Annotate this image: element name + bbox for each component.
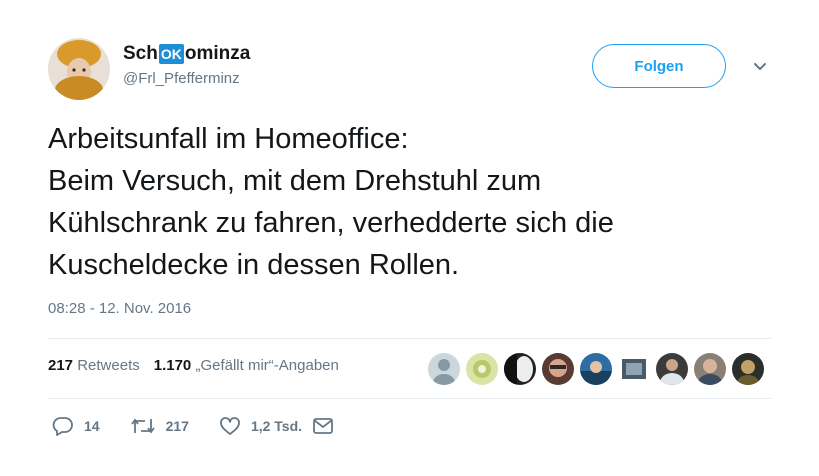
- liker-avatar[interactable]: [580, 353, 612, 385]
- liker-avatar[interactable]: [466, 353, 498, 385]
- retweets-stat[interactable]: 217 Retweets: [48, 357, 140, 374]
- follow-button[interactable]: Folgen: [592, 44, 726, 88]
- likes-label: „Gefällt mir“-Angaben: [195, 357, 339, 374]
- like-count: 1,2 Tsd.: [250, 418, 303, 434]
- likes-stat[interactable]: 1.170 „Gefällt mir“-Angaben: [154, 357, 339, 374]
- reply-button[interactable]: 14: [52, 416, 100, 436]
- liker-avatar[interactable]: [504, 353, 536, 385]
- author-avatar[interactable]: [48, 38, 110, 100]
- author-info[interactable]: Sch OK ominza @Frl_Pfefferminz: [123, 41, 250, 87]
- divider: [48, 338, 772, 339]
- retweet-icon: [130, 416, 156, 436]
- liker-avatars: [428, 353, 764, 385]
- direct-message-button[interactable]: [312, 417, 334, 435]
- action-bar: 14 217 1,2 Tsd.: [52, 416, 364, 436]
- tweet-text-line: Kühlschrank zu fahren, verhedderte sich …: [48, 207, 614, 239]
- tweet-stats: 217 Retweets 1.170 „Gefällt mir“-Angaben: [48, 357, 339, 374]
- reply-count: 14: [84, 418, 100, 434]
- display-name-suffix: ominza: [184, 43, 251, 64]
- chevron-down-icon[interactable]: [752, 60, 768, 72]
- liker-avatar[interactable]: [694, 353, 726, 385]
- tweet-text-line: Kuscheldecke in dessen Rollen.: [48, 249, 460, 281]
- user-handle[interactable]: @Frl_Pfefferminz: [123, 70, 250, 87]
- liker-avatar[interactable]: [656, 353, 688, 385]
- retweet-count: 217: [165, 418, 189, 434]
- liker-avatar[interactable]: [618, 353, 650, 385]
- liker-avatar[interactable]: [732, 353, 764, 385]
- display-name-prefix: Sch: [123, 43, 158, 64]
- likes-count: 1.170: [153, 357, 192, 374]
- mail-icon: [312, 417, 334, 435]
- reply-icon: [52, 416, 74, 436]
- liker-avatar[interactable]: [542, 353, 574, 385]
- retweets-count: 217: [48, 357, 74, 374]
- heart-icon: [219, 416, 241, 436]
- display-name[interactable]: Sch OK ominza: [123, 41, 250, 67]
- like-button[interactable]: 1,2 Tsd.: [219, 416, 302, 436]
- tweet-text-line: Beim Versuch, mit dem Drehstuhl zum: [48, 165, 542, 197]
- ok-badge: OK: [158, 44, 184, 64]
- tweet-text: Arbeitsunfall im Homeoffice: Beim Versuc…: [48, 118, 788, 286]
- divider: [48, 398, 772, 399]
- tweet-text-line: Arbeitsunfall im Homeoffice:: [48, 123, 409, 155]
- retweets-label: Retweets: [77, 357, 140, 374]
- liker-avatar[interactable]: [428, 353, 460, 385]
- tweet-timestamp[interactable]: 08:28 - 12. Nov. 2016: [48, 300, 191, 317]
- retweet-button[interactable]: 217: [130, 416, 189, 436]
